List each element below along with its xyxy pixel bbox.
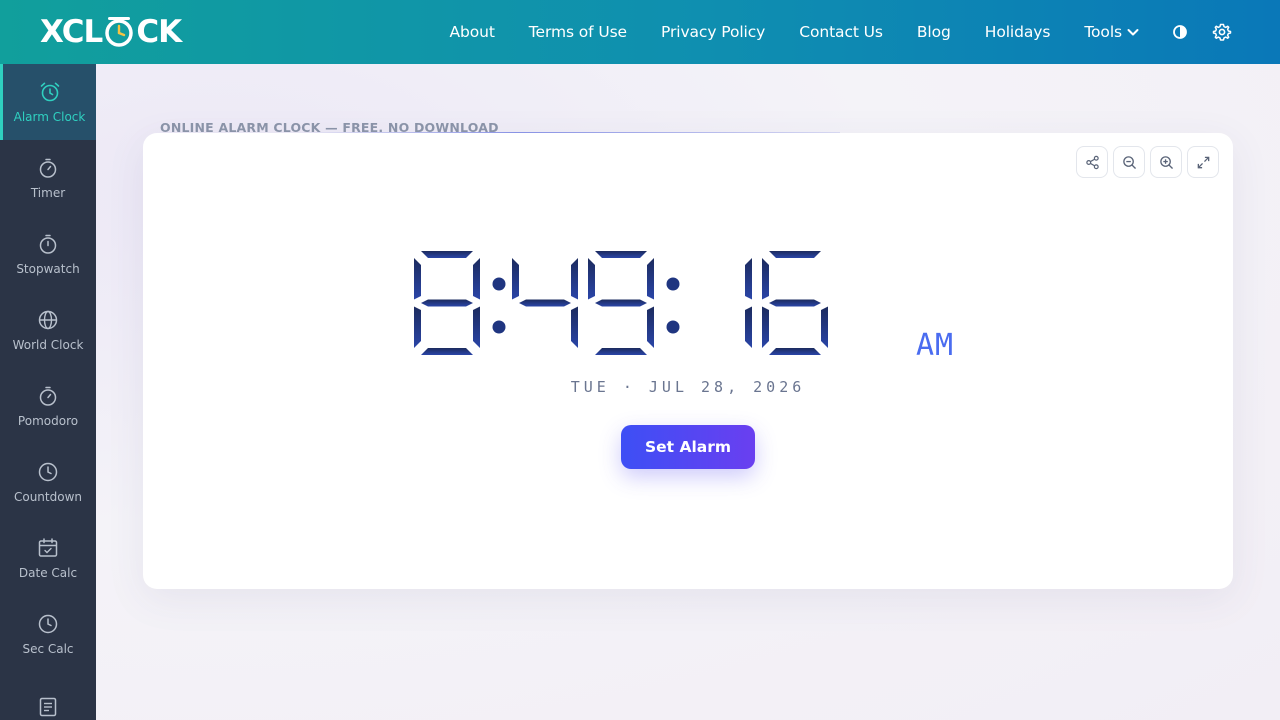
fullscreen-icon: [1197, 156, 1209, 168]
sidebar-item-label: Stopwatch: [16, 261, 80, 276]
stopwatch-icon: [39, 234, 57, 254]
sidebar-item-label: Sec Calc: [22, 641, 74, 656]
page-tagline: ONLINE ALARM CLOCK — FREE. NO DOWNLOAD: [160, 120, 499, 135]
nav-tools[interactable]: Tools: [1084, 23, 1140, 41]
sidebar-item-world-clock[interactable]: World Clock: [0, 292, 96, 368]
globe-icon: [38, 310, 58, 329]
nav-holidays[interactable]: Holidays: [985, 23, 1051, 41]
top-header: XCL CK About Terms of Use Privacy Policy…: [0, 0, 1280, 64]
current-date: TUE · JUL 28, 2026: [570, 378, 806, 396]
digit-segment: [745, 306, 752, 348]
digital-clock-display: [414, 251, 828, 355]
digit-segment: [519, 299, 571, 307]
sidebar-item-label: Pomodoro: [17, 413, 79, 428]
calendar-icon: [38, 537, 58, 557]
settings-icon[interactable]: [1212, 22, 1232, 42]
digit-segment: [821, 306, 828, 348]
sidebar-item-label: Alarm Clock: [13, 109, 86, 124]
am-pm-indicator: AM: [916, 328, 955, 363]
sidebar-item-more[interactable]: [0, 672, 96, 720]
digit-segment: [595, 299, 647, 307]
digit-segment: [595, 251, 647, 258]
digit-segment: [512, 258, 519, 300]
digit-segment: [421, 251, 473, 258]
theme-toggle-icon[interactable]: [1170, 22, 1190, 42]
zoom-in-button[interactable]: [1150, 146, 1182, 178]
document-icon: [39, 697, 57, 716]
sidebar-item-label: Timer: [30, 185, 66, 200]
digit-segment: [769, 251, 821, 258]
nav-contact[interactable]: Contact Us: [799, 23, 883, 41]
sidebar-item-label: World Clock: [12, 337, 84, 352]
clock-digit: [414, 251, 480, 355]
zoom-out-button[interactable]: [1113, 146, 1145, 178]
digit-segment: [473, 258, 480, 300]
share-button[interactable]: [1076, 146, 1108, 178]
digit-segment: [762, 258, 769, 300]
digit-segment: [647, 258, 654, 300]
nav-privacy[interactable]: Privacy Policy: [661, 23, 765, 41]
digit-segment: [473, 306, 480, 348]
logo[interactable]: XCL CK: [40, 14, 182, 50]
digit-segment: [421, 348, 473, 355]
logo-text-suffix: CK: [136, 14, 182, 50]
chevron-down-icon: [1127, 29, 1139, 36]
digit-segment: [745, 258, 752, 300]
nav-blog[interactable]: Blog: [917, 23, 951, 41]
clock-icon: [38, 614, 58, 633]
digit-segment: [421, 299, 473, 307]
colon-dot: [492, 320, 506, 334]
sidebar-item-stopwatch[interactable]: Stopwatch: [0, 216, 96, 292]
alarm-clock-icon: [40, 82, 59, 101]
clock-digit: [512, 258, 578, 348]
clock-digit: [588, 251, 654, 355]
countdown-icon: [38, 462, 58, 481]
fullscreen-button[interactable]: [1187, 146, 1219, 178]
nav-about[interactable]: About: [449, 23, 494, 41]
sidebar-item-alarm-clock[interactable]: Alarm Clock: [0, 64, 96, 140]
logo-clock-icon: [105, 17, 134, 47]
digit-segment: [414, 258, 421, 300]
sidebar-item-label: Date Calc: [18, 565, 78, 580]
main-nav: About Terms of Use Privacy Policy Contac…: [449, 0, 1140, 64]
zoom-in-icon: [1159, 155, 1173, 169]
digit-segment: [769, 299, 821, 307]
sidebar-item-timer[interactable]: Timer: [0, 140, 96, 216]
nav-tools-label: Tools: [1084, 23, 1122, 41]
set-alarm-button[interactable]: Set Alarm: [621, 425, 755, 469]
digit-segment: [647, 306, 654, 348]
colon-dot: [666, 320, 680, 334]
sidebar-item-label: Countdown: [13, 489, 82, 504]
sidebar-item-sec-calc[interactable]: Sec Calc: [0, 596, 96, 672]
digit-segment: [769, 348, 821, 355]
colon-dot: [666, 277, 680, 291]
clock-digit: [745, 258, 752, 348]
sidebar-item-date-calc[interactable]: Date Calc: [0, 520, 96, 596]
clock-digit: [762, 251, 828, 355]
zoom-out-icon: [1122, 155, 1136, 169]
timer-icon: [39, 158, 57, 178]
sidebar-item-countdown[interactable]: Countdown: [0, 444, 96, 520]
clock-card: [143, 133, 1233, 589]
digit-segment: [588, 258, 595, 300]
digit-segment: [414, 306, 421, 348]
digit-segment: [571, 258, 578, 300]
colon-dot: [492, 277, 506, 291]
share-icon: [1085, 155, 1099, 169]
digit-segment: [571, 306, 578, 348]
digit-segment: [762, 306, 769, 348]
logo-text-prefix: XCL: [40, 14, 103, 50]
digit-segment: [595, 348, 647, 355]
nav-terms[interactable]: Terms of Use: [529, 23, 627, 41]
